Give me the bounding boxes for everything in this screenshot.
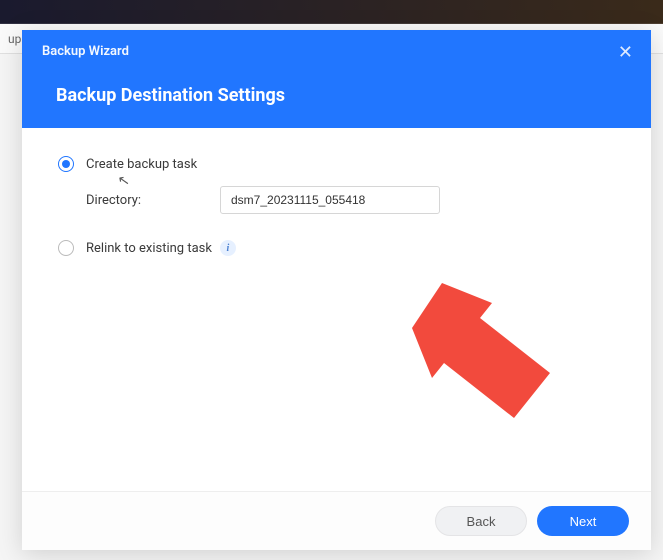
next-button[interactable]: Next bbox=[537, 506, 629, 536]
modal-body: Create backup task ↖ Directory: Relink t… bbox=[22, 128, 651, 491]
directory-row: Directory: bbox=[58, 186, 615, 214]
modal-title: Backup Wizard bbox=[42, 44, 631, 59]
modal-header: Backup Wizard Backup Destination Setting… bbox=[22, 30, 651, 128]
radio-icon bbox=[58, 156, 74, 172]
back-button[interactable]: Back bbox=[435, 506, 527, 536]
radio-create-backup-task[interactable]: Create backup task bbox=[58, 156, 615, 172]
window-top-bar bbox=[0, 0, 663, 24]
directory-input[interactable] bbox=[220, 186, 440, 214]
close-icon[interactable]: ✕ bbox=[618, 42, 633, 63]
radio-relink-label: Relink to existing task bbox=[86, 241, 212, 256]
radio-relink-task[interactable]: Relink to existing task i bbox=[58, 240, 615, 256]
modal-footer: Back Next bbox=[22, 491, 651, 550]
backup-wizard-modal: Backup Wizard Backup Destination Setting… bbox=[22, 30, 651, 550]
radio-create-label: Create backup task bbox=[86, 157, 197, 172]
radio-icon bbox=[58, 240, 74, 256]
modal-subtitle: Backup Destination Settings bbox=[42, 85, 631, 106]
info-icon[interactable]: i bbox=[220, 240, 236, 256]
radio-dot-icon bbox=[62, 160, 70, 168]
directory-label: Directory: bbox=[86, 193, 220, 208]
annotation-arrow-icon bbox=[402, 273, 582, 443]
